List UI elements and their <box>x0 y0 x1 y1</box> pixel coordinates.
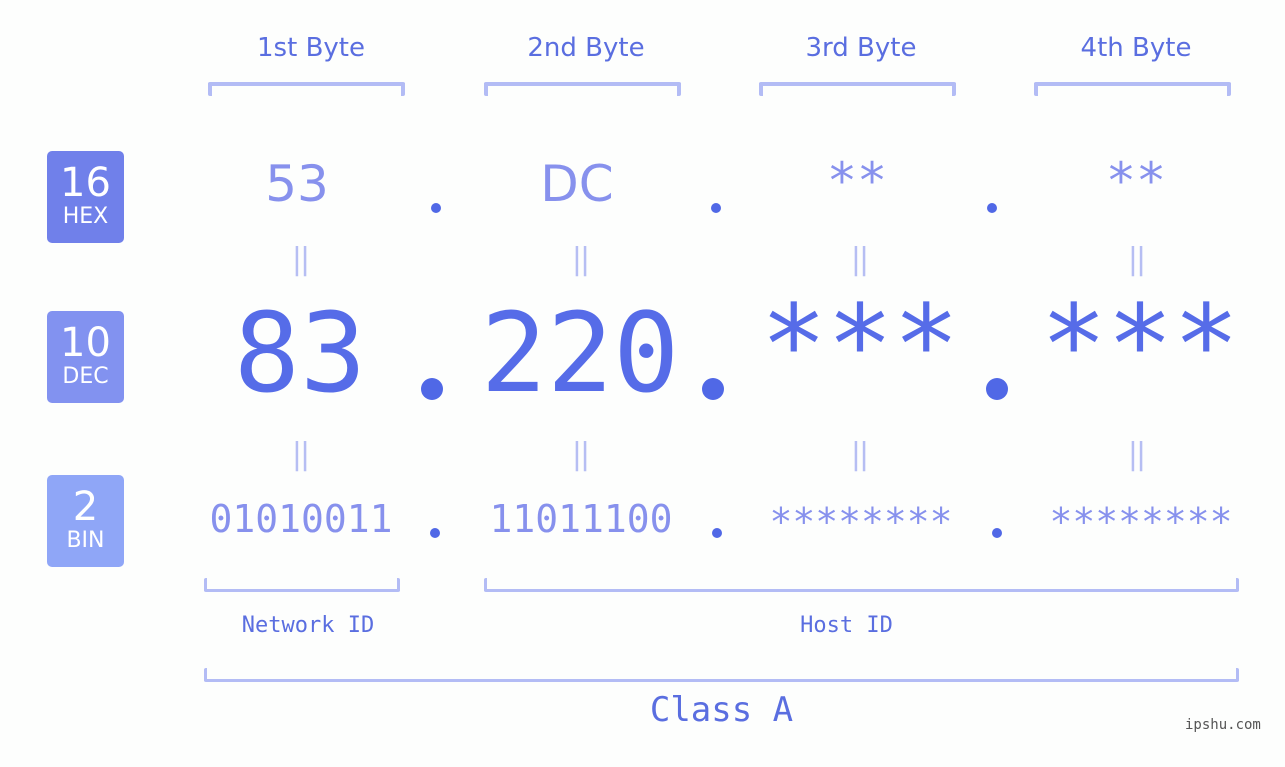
bin-value-3: ******** <box>769 500 953 544</box>
network-id-label: Network ID <box>241 613 375 638</box>
class-label: Class A <box>649 690 794 730</box>
byte-label-3: 3rd Byte <box>805 33 917 63</box>
dec-separator-dot-3 <box>986 378 1008 400</box>
hex-badge: 16 HEX <box>47 151 124 243</box>
bin-badge: 2 BIN <box>47 475 124 567</box>
hex-value-2: DC <box>540 155 614 213</box>
bin-value-1: 01010011 <box>209 497 393 541</box>
dec-badge-number: 10 <box>60 320 111 366</box>
hex-separator-dot-3 <box>987 203 997 213</box>
byte-label-1: 1st Byte <box>257 33 365 63</box>
bin-value-2: 11011100 <box>489 497 673 541</box>
host-id-bracket <box>484 578 1239 592</box>
network-id-bracket <box>204 578 400 592</box>
hex-value-4: ** <box>1105 152 1167 210</box>
dec-badge-label: DEC <box>62 364 109 389</box>
equals-hex-dec-2: || <box>571 242 590 277</box>
equals-hex-dec-3: || <box>850 242 869 277</box>
dec-value-1: 83 <box>233 289 367 417</box>
byte-label-2: 2nd Byte <box>527 33 645 63</box>
bin-badge-label: BIN <box>66 528 105 553</box>
hex-value-3: ** <box>826 152 888 210</box>
hex-badge-label: HEX <box>62 204 109 229</box>
watermark: ipshu.com <box>1185 717 1261 733</box>
equals-hex-dec-1: || <box>291 242 310 277</box>
byte-bracket-3 <box>759 82 956 96</box>
class-bracket <box>204 668 1239 682</box>
hex-value-1: 53 <box>265 155 329 213</box>
equals-dec-bin-2: || <box>571 437 590 472</box>
equals-dec-bin-1: || <box>291 437 310 472</box>
host-id-label: Host ID <box>800 613 893 638</box>
bin-separator-dot-3 <box>992 528 1002 538</box>
bin-value-4: ******** <box>1049 500 1233 544</box>
dec-value-4: *** <box>1040 281 1240 409</box>
dec-value-3: *** <box>760 281 960 409</box>
dec-value-2: 220 <box>480 289 680 417</box>
dec-separator-dot-2 <box>702 378 724 400</box>
byte-bracket-4 <box>1034 82 1231 96</box>
dec-badge: 10 DEC <box>47 311 124 403</box>
bin-separator-dot-1 <box>430 528 440 538</box>
equals-dec-bin-3: || <box>850 437 869 472</box>
hex-separator-dot-2 <box>711 203 721 213</box>
hex-badge-number: 16 <box>60 160 111 206</box>
byte-bracket-1 <box>208 82 405 96</box>
equals-dec-bin-4: || <box>1127 437 1146 472</box>
hex-separator-dot-1 <box>431 203 441 213</box>
dec-separator-dot-1 <box>421 378 443 400</box>
byte-bracket-2 <box>484 82 681 96</box>
equals-hex-dec-4: || <box>1127 242 1146 277</box>
byte-label-4: 4th Byte <box>1080 33 1192 63</box>
bin-separator-dot-2 <box>712 528 722 538</box>
bin-badge-number: 2 <box>72 484 99 530</box>
